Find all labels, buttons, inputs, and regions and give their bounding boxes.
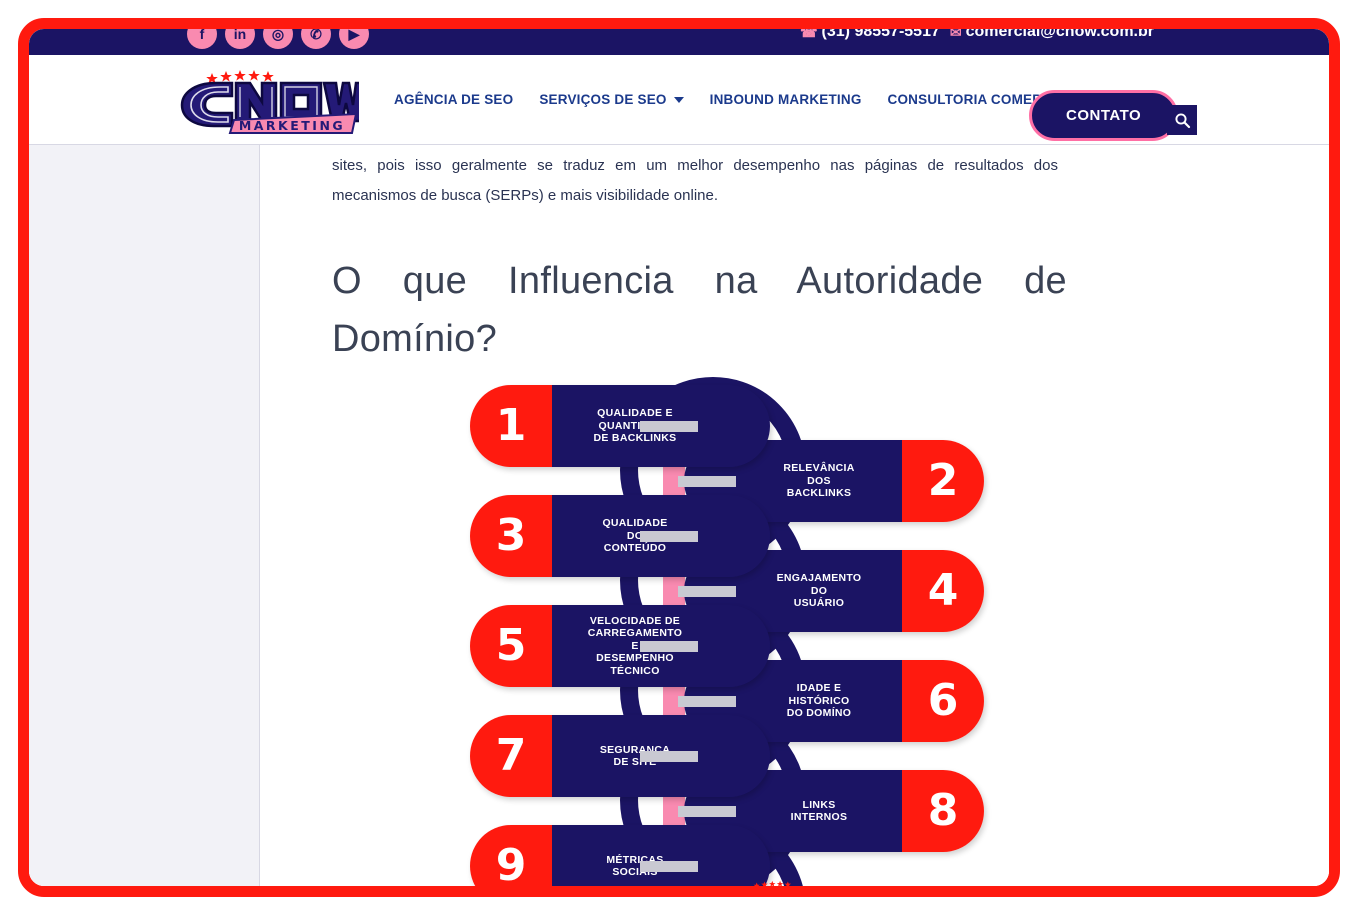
chevron-down-icon [673,96,684,103]
infographic-item-5: 5 VELOCIDADE DE CARREGAMENTO E DESEMPENH… [470,605,770,687]
instagram-icon[interactable]: ◎ [263,29,293,49]
page-title-text: O que Influencia na Autoridade de Domíni… [332,259,1067,360]
item-number: 2 [902,440,984,522]
item-number: 3 [470,495,552,577]
email-link[interactable]: ✉ comercial@cnow.com.br [950,29,1154,41]
nav-label: SERVIÇOS DE SEO [539,92,667,107]
cta-wrapper: CONTATO [1029,90,1179,141]
nav-item-servicos-de-seo[interactable]: SERVIÇOS DE SEO [526,92,696,107]
page-title: O que Influencia na Autoridade de Domíni… [332,252,1067,368]
infographic-item-3: 3 QUALIDADE DO CONTEÚDO [470,495,770,577]
whatsapp-icon: ☎ [800,29,818,40]
infographic-item-7: 7 SEGURANÇA DE SITE [470,715,770,797]
linkedin-icon[interactable]: in [225,29,255,49]
item-number: 7 [470,715,552,797]
item-number: 6 [902,660,984,742]
infographic-item-9: 9 MÉTRICAS SOCIAIS [470,825,770,886]
item-number: 4 [902,550,984,632]
search-icon [1174,112,1190,128]
whatsapp-icon[interactable]: ✆ [301,29,331,49]
left-sidebar-gutter [29,145,260,886]
connector-stub [640,751,698,762]
envelope-icon: ✉ [949,29,962,40]
infographic-logo: MARKETING [732,877,842,886]
connector-stub [678,586,736,597]
nav-label: AGÊNCIA DE SEO [394,92,514,107]
phone-number: (31) 98557-5517 [821,29,940,40]
phone-link[interactable]: ☎ (31) 98557-5517 [800,29,940,41]
site-header: MARKETING AGÊNCIA DE SEO SERVIÇOS DE SEO… [29,55,1329,145]
contato-button[interactable]: CONTATO [1029,90,1179,141]
top-utility-bar: f in ◎ ✆ ▶ ☎ (31) 98557-5517 ✉ comercial… [29,29,1329,55]
connector-stub [640,421,698,432]
connector-stub [640,531,698,542]
item-number: 9 [470,825,552,886]
facebook-icon[interactable]: f [187,29,217,49]
nav-item-inbound-marketing[interactable]: INBOUND MARKETING [697,92,875,107]
search-button[interactable] [1167,105,1197,135]
connector-stub [678,696,736,707]
browser-frame: f in ◎ ✆ ▶ ☎ (31) 98557-5517 ✉ comercial… [18,18,1340,897]
page-viewport: f in ◎ ✆ ▶ ☎ (31) 98557-5517 ✉ comercial… [29,29,1329,886]
social-links: f in ◎ ✆ ▶ [187,29,369,49]
top-contact-info: ☎ (31) 98557-5517 ✉ comercial@cnow.com.b… [800,29,1154,41]
infographic-item-1: 1 QUALIDADE E QUANTIDADE DE BACKLINKS [470,385,770,467]
nav-label: INBOUND MARKETING [709,92,862,107]
article-paragraph: sites, pois isso geralmente se traduz em… [332,157,1058,204]
item-number: 5 [470,605,552,687]
article-content: sites, pois isso geralmente se traduz em… [260,145,1329,886]
svg-text:MARKETING: MARKETING [239,118,345,133]
nav-item-agencia-de-seo[interactable]: AGÊNCIA DE SEO [381,92,526,107]
connector-stub [640,861,698,872]
infographic: 1 QUALIDADE E QUANTIDADE DE BACKLINKS RE… [470,377,984,886]
connector-stub [640,641,698,652]
youtube-icon[interactable]: ▶ [339,29,369,49]
item-number: 8 [902,770,984,852]
connector-stub [678,806,736,817]
site-logo[interactable]: MARKETING [174,63,359,135]
connector-stub [678,476,736,487]
email-address: comercial@cnow.com.br [965,29,1154,40]
item-number: 1 [470,385,552,467]
